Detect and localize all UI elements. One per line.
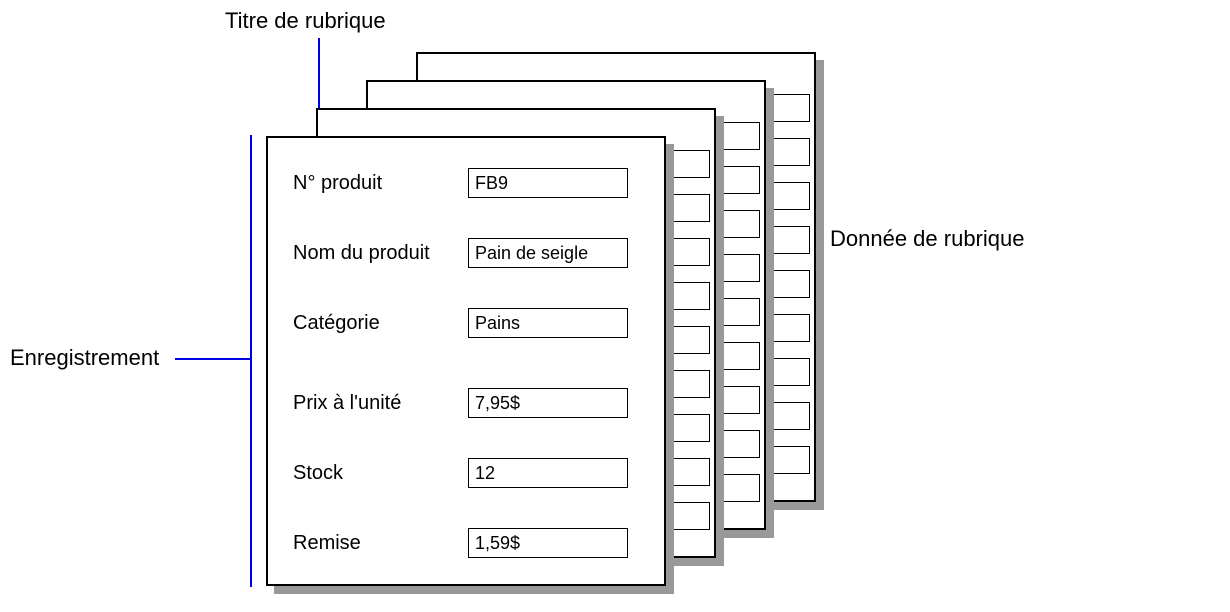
annotation-field-title: Titre de rubrique (225, 8, 386, 34)
form-row-stock: Stock 12 (293, 458, 628, 488)
label-category: Catégorie (293, 312, 468, 335)
field-product-number[interactable]: FB9 (468, 168, 628, 198)
card-2-peek-2 (670, 194, 710, 222)
form-row-discount: Remise 1,59$ (293, 528, 628, 558)
annotation-record: Enregistrement (10, 345, 159, 371)
card-1: N° produit FB9 Nom du produit Pain de se… (266, 136, 666, 586)
card-3-peek-8 (720, 430, 760, 458)
field-product-name[interactable]: Pain de seigle (468, 238, 628, 268)
field-stock[interactable]: 12 (468, 458, 628, 488)
form-row-product-number: N° produit FB9 (293, 168, 628, 198)
card-2-peek-8 (670, 458, 710, 486)
callout-line-record-bracket (250, 135, 252, 587)
card-2-peek-7 (670, 414, 710, 442)
field-unit-price[interactable]: 7,95$ (468, 388, 628, 418)
annotation-field-data: Donnée de rubrique (830, 226, 1024, 252)
field-discount[interactable]: 1,59$ (468, 528, 628, 558)
form-row-category: Catégorie Pains (293, 308, 628, 338)
card-4-peek-5 (770, 270, 810, 298)
card-4-peek-6 (770, 314, 810, 342)
card-3-peek-2 (720, 166, 760, 194)
card-2-peek-9 (670, 502, 710, 530)
label-product-name: Nom du produit (293, 242, 468, 265)
card-3-peek-3 (720, 210, 760, 238)
card-4-peek-4 (770, 226, 810, 254)
card-4-peek-8 (770, 402, 810, 430)
card-3-peek-4 (720, 254, 760, 282)
form-row-unit-price: Prix à l'unité 7,95$ (293, 388, 628, 418)
form-row-product-name: Nom du produit Pain de seigle (293, 238, 628, 268)
card-3-peek-9 (720, 474, 760, 502)
callout-line-record-h (175, 358, 250, 360)
card-3-peek-6 (720, 342, 760, 370)
card-2-peek-1 (670, 150, 710, 178)
card-2-peek-4 (670, 282, 710, 310)
card-2-peek-3 (670, 238, 710, 266)
card-4-peek-7 (770, 358, 810, 386)
card-2-peek-6 (670, 370, 710, 398)
card-4-peek-9 (770, 446, 810, 474)
card-4-peek-1 (770, 94, 810, 122)
label-product-number: N° produit (293, 172, 468, 195)
label-discount: Remise (293, 532, 468, 555)
card-2-peek-5 (670, 326, 710, 354)
card-4-peek-3 (770, 182, 810, 210)
card-3-peek-7 (720, 386, 760, 414)
field-category[interactable]: Pains (468, 308, 628, 338)
label-stock: Stock (293, 462, 468, 485)
label-unit-price: Prix à l'unité (293, 392, 468, 415)
card-3-peek-1 (720, 122, 760, 150)
card-4-peek-2 (770, 138, 810, 166)
card-3-peek-5 (720, 298, 760, 326)
diagram-stage: Titre de rubrique Enregistrement Donnée … (0, 0, 1230, 612)
